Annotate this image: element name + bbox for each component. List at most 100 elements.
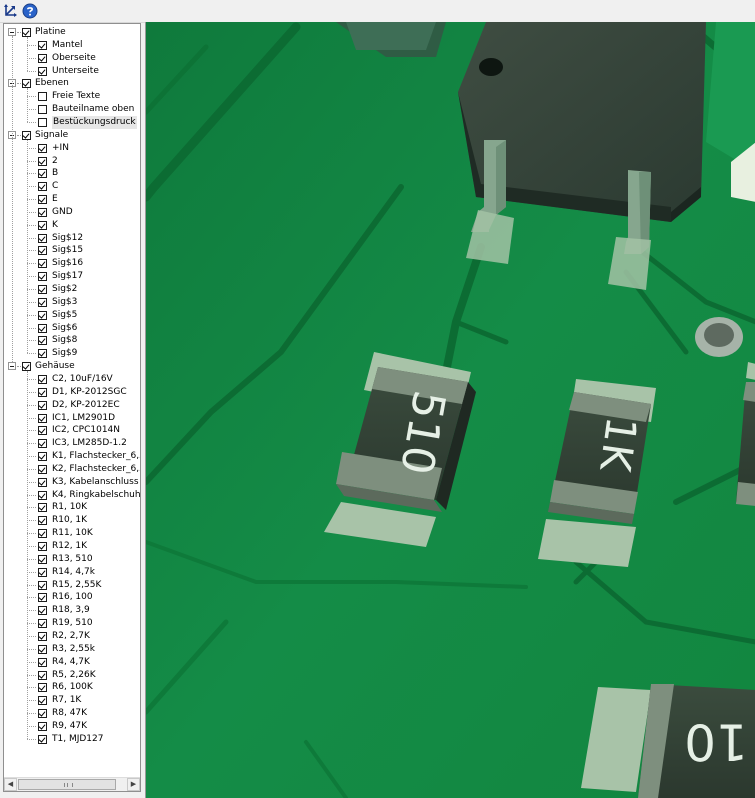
item-checkbox[interactable] [38,452,47,462]
tree-item[interactable]: IC2, CPC1014N [4,424,140,437]
help-button[interactable] [21,2,39,20]
tree-item[interactable]: R2, 2,7K [4,630,140,643]
pcb-3d-viewport[interactable]: 510 1K 10 [145,22,755,798]
tree-item[interactable]: Mantel [4,39,140,52]
tree-item[interactable]: R1, 10K [4,501,140,514]
item-checkbox[interactable] [38,477,47,487]
item-checkbox[interactable] [38,529,47,539]
tree-item[interactable]: T1, MJD127 [4,733,140,746]
tree-item[interactable]: Sig$15 [4,244,140,257]
tree-item[interactable]: B [4,167,140,180]
item-checkbox[interactable] [38,207,47,217]
group-checkbox[interactable] [22,28,31,37]
group-checkbox[interactable] [22,362,31,372]
tree-item[interactable]: E [4,193,140,206]
item-checkbox[interactable] [38,554,47,564]
item-checkbox[interactable] [38,272,47,282]
item-checkbox[interactable] [38,156,47,166]
tree-item[interactable]: R15, 2,55K [4,579,140,592]
tree-item[interactable]: Sig$9 [4,347,140,360]
collapse-icon[interactable] [8,362,16,371]
tree-item[interactable]: Bestückungsdruck [4,115,140,129]
tree-item[interactable]: R3, 2,55k [4,643,140,656]
tree-item[interactable]: K [4,219,140,232]
tree-item[interactable]: Sig$8 [4,334,140,347]
item-checkbox[interactable] [38,374,47,384]
item-checkbox[interactable] [38,66,47,76]
item-checkbox[interactable] [38,657,47,667]
item-checkbox[interactable] [38,220,47,230]
tree-group[interactable]: Ebenen [4,77,140,90]
item-checkbox[interactable] [38,297,47,307]
tree-item[interactable]: C2, 10uF/16V [4,373,140,386]
item-checkbox[interactable] [38,117,47,127]
item-checkbox[interactable] [38,516,47,526]
tree-item[interactable]: IC1, LM2901D [4,412,140,425]
tree-item[interactable]: D1, KP-2012SGC [4,386,140,399]
item-checkbox[interactable] [38,464,47,474]
item-checkbox[interactable] [38,195,47,205]
item-checkbox[interactable] [38,92,47,102]
tree-item[interactable]: R10, 1K [4,514,140,527]
item-checkbox[interactable] [38,259,47,269]
tree-item[interactable]: K1, Flachstecker_6,3mm [4,450,140,463]
item-checkbox[interactable] [38,105,47,115]
item-checkbox[interactable] [38,593,47,603]
tree-item[interactable]: R5, 2,26K [4,669,140,682]
tree-group[interactable]: Platine [4,26,140,39]
tree-item[interactable]: Sig$2 [4,283,140,296]
item-checkbox[interactable] [38,631,47,641]
tree-item[interactable]: 2 [4,155,140,168]
group-checkbox[interactable] [22,79,31,89]
tree-item[interactable]: R19, 510 [4,617,140,630]
item-checkbox[interactable] [38,567,47,577]
tree-horizontal-scrollbar[interactable]: ◀ ▶ [4,777,140,791]
tree-item[interactable]: K2, Flachstecker_6,3mm [4,463,140,476]
tree-item[interactable]: R11, 10K [4,527,140,540]
item-checkbox[interactable] [38,387,47,397]
tree-item[interactable]: R14, 4,7k [4,566,140,579]
item-checkbox[interactable] [38,580,47,590]
item-checkbox[interactable] [38,439,47,449]
tree-item[interactable]: R13, 510 [4,553,140,566]
tree-item[interactable]: Sig$3 [4,296,140,309]
tree-item[interactable]: R4, 4,7K [4,656,140,669]
tree-group[interactable]: Gehäuse [4,360,140,373]
tree-item[interactable]: Bauteilname oben [4,103,140,116]
item-checkbox[interactable] [38,143,47,153]
tree-item[interactable]: Freie Texte [4,90,140,103]
item-checkbox[interactable] [38,40,47,50]
tree-item[interactable]: GND [4,206,140,219]
scroll-thumb[interactable] [18,779,116,790]
item-checkbox[interactable] [38,721,47,731]
item-checkbox[interactable] [38,233,47,243]
item-checkbox[interactable] [38,310,47,320]
tree-item[interactable]: D2, KP-2012EC [4,399,140,412]
tree-item[interactable]: R6, 100K [4,681,140,694]
pcb-3d-render[interactable]: 510 1K 10 [146,22,755,798]
item-checkbox[interactable] [38,683,47,693]
item-checkbox[interactable] [38,696,47,706]
tree-item[interactable]: K4, Ringkabelschuh [4,489,140,502]
tree-item[interactable]: Sig$16 [4,257,140,270]
item-checkbox[interactable] [38,246,47,256]
group-checkbox[interactable] [22,130,31,140]
tree-item[interactable]: C [4,180,140,193]
tree-item[interactable]: R9, 47K [4,720,140,733]
item-checkbox[interactable] [38,709,47,719]
tree-item[interactable]: R8, 47K [4,707,140,720]
tree-item[interactable]: R18, 3,9 [4,604,140,617]
item-checkbox[interactable] [38,619,47,629]
tree-item[interactable]: IC3, LM285D-1.2 [4,437,140,450]
item-checkbox[interactable] [38,285,47,294]
tree-item[interactable]: K3, Kabelanschluss [4,476,140,489]
tree-item[interactable]: Sig$6 [4,322,140,335]
item-checkbox[interactable] [38,323,47,333]
transform-button[interactable] [2,2,20,20]
tree-item[interactable]: R12, 1K [4,540,140,553]
tree-item[interactable]: R16, 100 [4,591,140,604]
item-checkbox[interactable] [38,542,47,551]
tree-item[interactable]: R7, 1K [4,694,140,707]
item-checkbox[interactable] [38,644,47,654]
item-checkbox[interactable] [38,490,47,500]
